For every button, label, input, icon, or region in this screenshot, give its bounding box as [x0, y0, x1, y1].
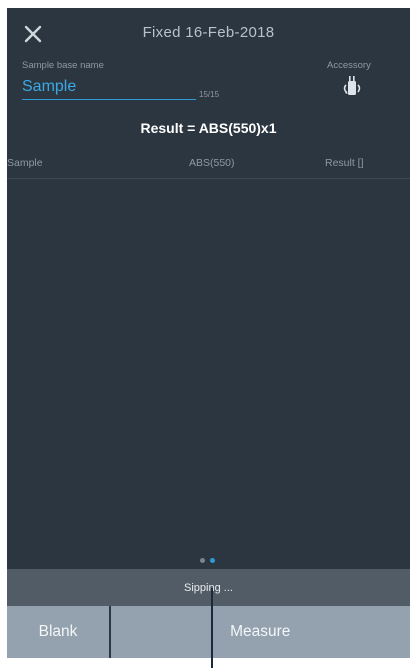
column-header-sample[interactable]: Sample	[7, 157, 43, 169]
action-buttons: Blank Measure	[7, 606, 410, 658]
page-dot-2-active[interactable]	[210, 558, 215, 563]
result-formula: Result = ABS(550)x1	[140, 120, 277, 136]
blank-button[interactable]: Blank	[7, 606, 109, 658]
measure-button[interactable]: Measure	[110, 606, 410, 658]
column-header-abs[interactable]: ABS(550)	[189, 157, 235, 169]
sipper-accessory-icon	[343, 76, 361, 95]
sample-base-name-label: Sample base name	[22, 60, 104, 71]
app-screen: Fixed 16-Feb-2018 Sample base name 15/15…	[7, 8, 410, 658]
measure-button-label: Measure	[230, 623, 291, 640]
page-dot-1[interactable]	[200, 558, 205, 563]
status-text: Sipping ...	[184, 581, 233, 594]
pointer-line	[211, 588, 213, 668]
column-header-result[interactable]: Result []	[325, 157, 364, 169]
accessory-button[interactable]	[340, 74, 364, 100]
title-text: Fixed 16-Feb-2018	[142, 24, 275, 41]
status-bar: Sipping ...	[7, 569, 410, 606]
results-list[interactable]	[7, 179, 410, 549]
page-indicator	[200, 558, 215, 563]
blank-button-label: Blank	[38, 623, 78, 640]
accessory-label: Accessory	[327, 60, 371, 71]
page-title: Fixed 16-Feb-2018	[7, 24, 410, 41]
top-bar: Fixed 16-Feb-2018	[7, 8, 410, 60]
character-counter: 15/15	[199, 90, 220, 99]
sample-base-name-field[interactable]	[22, 74, 196, 100]
